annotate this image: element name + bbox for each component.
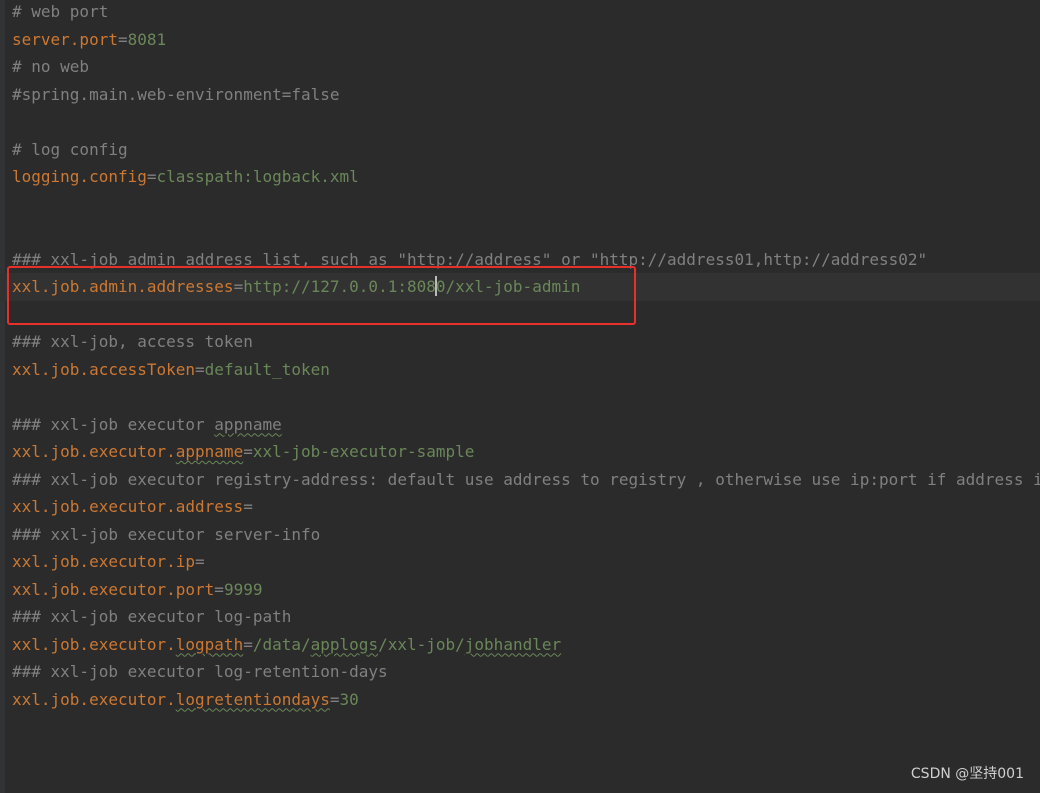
property-key-spellcheck: logpath xyxy=(175,634,244,654)
code-line-property[interactable]: xxl.job.executor.address= xyxy=(12,493,1040,521)
property-key: xxl.job.executor.ip xyxy=(12,552,196,571)
code-line-property[interactable]: xxl.job.executor.appname=xxl-job-executo… xyxy=(12,438,1040,466)
equals-sign: = xyxy=(146,167,157,186)
comment-text: ### xxl-job executor xyxy=(12,414,215,434)
code-line-property[interactable]: logging.config=classpath:logback.xml xyxy=(12,163,1040,191)
property-key: xxl.job.accessToken xyxy=(12,359,196,379)
code-line-comment[interactable]: #spring.main.web-environment=false xyxy=(12,81,1040,109)
property-value-part: jobhandler xyxy=(464,634,562,654)
equals-sign: = xyxy=(233,277,244,296)
comment-text: ### xxl-job executor server-info xyxy=(12,524,321,544)
property-key: xxl.job.executor.address xyxy=(12,497,244,516)
comment-text: # log config xyxy=(12,139,128,159)
property-value: 9999 xyxy=(223,579,263,599)
code-line-property[interactable]: xxl.job.admin.addresses=http://127.0.0.1… xyxy=(0,273,1040,301)
property-key: xxl.job.executor.port xyxy=(12,579,215,599)
property-value-part: /data/ xyxy=(252,634,311,654)
property-value-part: /xxl-job/ xyxy=(378,634,465,654)
property-value-part: applogs xyxy=(310,634,379,654)
property-value: classpath:logback.xml xyxy=(156,167,359,186)
comment-text: # no web xyxy=(12,57,90,76)
property-value: 8081 xyxy=(127,29,167,49)
equals-sign: = xyxy=(195,359,205,379)
comment-text: ### xxl-job admin address list, such as … xyxy=(12,249,928,269)
equals-sign: = xyxy=(214,579,224,599)
equals-sign: = xyxy=(195,552,205,571)
comment-text: ### xxl-job executor log-path xyxy=(12,607,292,626)
property-key: xxl.job.executor. xyxy=(12,689,176,709)
code-line-property[interactable]: xxl.job.executor.port=9999 xyxy=(12,576,1040,604)
code-line-property[interactable]: xxl.job.accessToken=default_token xyxy=(12,356,1040,384)
comment-text-spellcheck: appname xyxy=(214,414,282,434)
code-line-comment[interactable]: ### xxl-job executor appname xyxy=(12,411,1040,439)
code-editor[interactable]: # web port server.port=8081 # no web #sprin… xyxy=(0,0,1040,793)
property-value: 30 xyxy=(339,689,359,709)
comment-text: # web port xyxy=(12,2,109,21)
property-key: logging.config xyxy=(12,167,147,186)
code-line-comment[interactable]: # web port xyxy=(12,0,1040,26)
code-line-comment[interactable]: ### xxl-job admin address list, such as … xyxy=(12,246,1040,274)
property-key: xxl.job.executor. xyxy=(12,442,176,461)
code-line-comment[interactable]: ### xxl-job executor log-path xyxy=(12,603,1040,631)
comment-text: ### xxl-job executor registry-address: d… xyxy=(12,469,1040,489)
property-key-spellcheck: logretentiondays xyxy=(175,689,330,709)
code-line-blank[interactable] xyxy=(12,191,1040,219)
code-line-property[interactable]: xxl.job.executor.logretentiondays=30 xyxy=(12,686,1040,714)
watermark: CSDN @坚持001 xyxy=(910,766,1024,782)
property-key: server.port xyxy=(12,29,118,49)
code-line-blank[interactable] xyxy=(12,218,1040,246)
editor-gutter xyxy=(0,0,5,793)
code-area[interactable]: # web port server.port=8081 # no web #sprin… xyxy=(0,0,1040,714)
comment-text: #spring.main.web-environment=false xyxy=(12,84,340,104)
code-line-comment[interactable]: # no web xyxy=(12,53,1040,81)
code-line-blank[interactable] xyxy=(12,108,1040,136)
code-line-comment[interactable]: ### xxl-job executor log-retention-days xyxy=(12,658,1040,686)
code-line-comment[interactable]: ### xxl-job, access token xyxy=(12,328,1040,356)
code-line-property[interactable]: server.port=8081 xyxy=(12,26,1040,54)
equals-sign: = xyxy=(243,497,253,516)
code-line-comment[interactable]: # log config xyxy=(12,136,1040,164)
equals-sign: = xyxy=(329,689,340,709)
equals-sign: = xyxy=(243,634,253,654)
code-line-comment[interactable]: ### xxl-job executor registry-address: d… xyxy=(12,466,1040,494)
code-line-property[interactable]: xxl.job.executor.ip= xyxy=(12,548,1040,576)
comment-text: ### xxl-job, access token xyxy=(12,332,253,351)
code-line-blank[interactable] xyxy=(12,301,1040,329)
comment-text: ### xxl-job executor log-retention-days xyxy=(12,662,388,681)
equals-sign: = xyxy=(243,442,253,461)
property-key: xxl.job.admin.addresses xyxy=(12,277,234,296)
property-value: http://127.0.0.1:808 xyxy=(243,277,436,296)
property-value: 0/xxl-job-admin xyxy=(435,277,581,296)
code-line-property[interactable]: xxl.job.executor.logpath=/data/applogs/x… xyxy=(12,631,1040,659)
property-value: xxl-job-executor-sample xyxy=(252,442,475,461)
code-line-comment[interactable]: ### xxl-job executor server-info xyxy=(12,521,1040,549)
equals-sign: = xyxy=(117,29,128,49)
property-key-spellcheck: appname xyxy=(175,442,244,461)
property-key: xxl.job.executor. xyxy=(12,634,176,654)
property-value: default_token xyxy=(204,359,330,379)
code-line-blank[interactable] xyxy=(12,383,1040,411)
